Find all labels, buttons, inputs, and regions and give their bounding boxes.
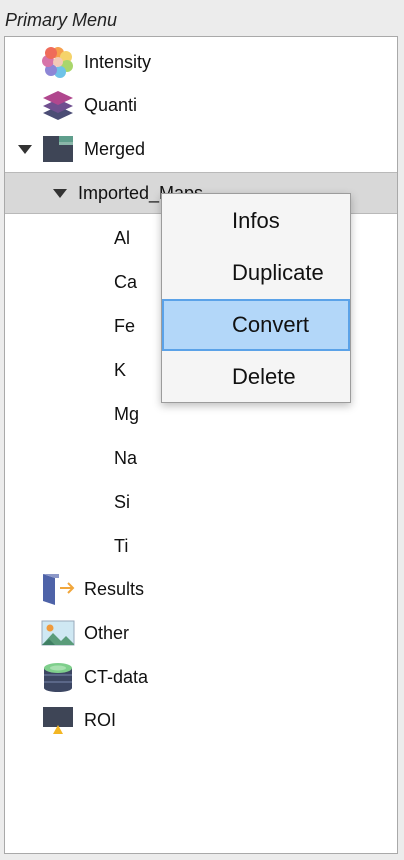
tree-item-element[interactable]: Si bbox=[5, 482, 397, 522]
tree-item-label: Ti bbox=[114, 535, 129, 556]
tree-item-label: Al bbox=[114, 227, 131, 248]
tree-item-label: Merged bbox=[84, 138, 146, 159]
roi-icon bbox=[41, 703, 75, 737]
flower-icon bbox=[41, 45, 75, 79]
tree-item-label: K bbox=[114, 359, 127, 380]
tree-item-label: Other bbox=[84, 622, 130, 643]
tree-item-label: Si bbox=[114, 491, 131, 512]
tree-item-other[interactable]: Other bbox=[5, 613, 397, 653]
tree-view[interactable]: Intensity Quanti Merged Imported_Maps Al… bbox=[4, 36, 398, 854]
tree-item-label: Fe bbox=[114, 315, 136, 336]
tree-item-intensity[interactable]: Intensity bbox=[5, 42, 397, 82]
disclosure-triangle-icon[interactable] bbox=[18, 143, 32, 155]
tree-item-label: Quanti bbox=[84, 94, 138, 115]
landscape-image-icon bbox=[41, 616, 75, 650]
door-arrow-icon bbox=[41, 572, 75, 606]
tree-item-label: CT-data bbox=[84, 666, 149, 687]
tree-item-roi[interactable]: ROI bbox=[5, 700, 397, 740]
tree-item-results[interactable]: Results bbox=[5, 569, 397, 609]
tree-item-label: Results bbox=[84, 578, 145, 599]
tree-item-label: ROI bbox=[84, 709, 117, 730]
tree-item-element[interactable]: Ti bbox=[5, 526, 397, 566]
context-menu: Infos Duplicate Convert Delete bbox=[161, 193, 351, 403]
tree-item-label: Na bbox=[114, 447, 138, 468]
menu-item-convert[interactable]: Convert bbox=[162, 299, 350, 351]
menu-item-infos[interactable]: Infos bbox=[162, 195, 350, 247]
tree-item-label: Mg bbox=[114, 403, 140, 424]
tree-item-label: Ca bbox=[114, 271, 138, 292]
menu-item-duplicate[interactable]: Duplicate bbox=[162, 247, 350, 299]
menu-item-delete[interactable]: Delete bbox=[162, 351, 350, 403]
tree-item-label: Intensity bbox=[84, 51, 152, 72]
tree-item-ct-data[interactable]: CT-data bbox=[5, 657, 397, 697]
tree-item-quanti[interactable]: Quanti bbox=[5, 85, 397, 125]
merged-map-icon bbox=[41, 132, 75, 166]
database-icon bbox=[41, 660, 75, 694]
tree-item-merged[interactable]: Merged bbox=[5, 129, 397, 169]
tree-item-element[interactable]: Na bbox=[5, 438, 397, 478]
panel-title: Primary Menu bbox=[5, 10, 118, 30]
layers-icon bbox=[41, 88, 75, 122]
disclosure-triangle-icon[interactable] bbox=[53, 187, 67, 199]
